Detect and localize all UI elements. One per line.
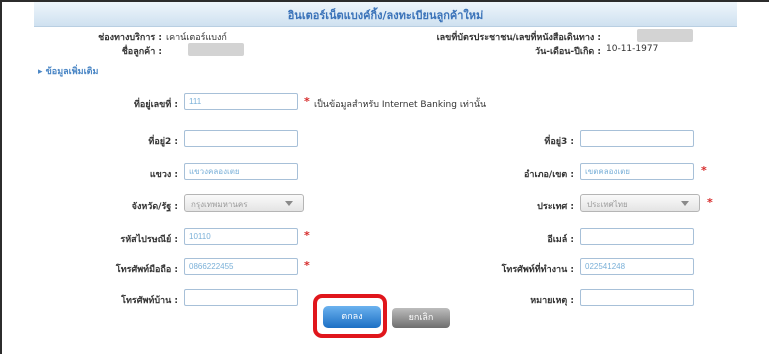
address3-label: ที่อยู่3 : (544, 137, 574, 147)
email-label: อีเมล์ : (547, 235, 574, 245)
address2-label: ที่อยู่2 : (148, 137, 178, 147)
remark-input[interactable] (580, 289, 694, 306)
work-phone-label: โทรศัพท์ที่ทำงาน : (501, 265, 574, 275)
district-label: อำเภอ/เขต : (524, 170, 574, 180)
mobile-input[interactable] (184, 258, 298, 275)
save-button-highlight (313, 294, 387, 338)
address-no-label: ที่อยู่เลขที่ : (133, 100, 178, 110)
additional-info-section[interactable]: ▸ ข้อมูลเพิ่มเติม (38, 64, 98, 78)
country-select[interactable]: ประเทศไทย (580, 194, 700, 212)
customer-name-label: ชื่อลูกค้า : (121, 47, 162, 57)
work-phone-input[interactable] (580, 258, 694, 275)
channel-value: เคาน์เตอร์แบงก์ (166, 33, 227, 43)
id-label: เลขที่บัตรประชาชน/เลขที่หนังสือเดินทาง : (436, 33, 601, 43)
address-no-input[interactable] (184, 93, 298, 110)
chevron-down-icon (681, 201, 689, 206)
dob-value: 10-11-1977 (606, 44, 659, 54)
subdistrict-label: แขวง : (149, 170, 178, 180)
email-input[interactable] (580, 228, 694, 245)
channel-label: ช่องทางบริการ : (98, 33, 162, 43)
left-border (0, 0, 2, 354)
dob-label: วัน-เดือน-ปีเกิด : (535, 47, 601, 57)
province-label: จังหวัด/รัฐ : (131, 202, 178, 212)
required-mark: * (701, 164, 707, 177)
postcode-input[interactable] (184, 228, 298, 245)
address2-input[interactable] (184, 130, 298, 147)
address3-input[interactable] (580, 130, 694, 147)
district-input[interactable] (580, 163, 694, 180)
required-mark: * (304, 95, 310, 108)
customer-name-redacted (188, 43, 244, 56)
required-mark: * (707, 196, 713, 209)
chevron-down-icon (285, 201, 293, 206)
subdistrict-input[interactable] (184, 163, 298, 180)
remark-label: หมายเหตุ : (530, 296, 574, 306)
province-select[interactable]: กรุงเทพมหานคร (184, 194, 304, 212)
id-redacted (637, 29, 693, 42)
country-label: ประเทศ : (537, 202, 574, 212)
postcode-label: รหัสไปรษณีย์ : (120, 235, 178, 245)
home-phone-label: โทรศัพท์บ้าน : (121, 296, 178, 306)
required-mark: * (304, 259, 310, 272)
required-mark: * (304, 229, 310, 242)
cancel-button[interactable]: ยกเลิก (392, 308, 450, 328)
page-title: อินเตอร์เน็ตแบงค์กิ้ง/ลงทะเบียนลูกค้าใหม… (287, 9, 484, 22)
mobile-label: โทรศัพท์มือถือ : (115, 265, 178, 275)
home-phone-input[interactable] (184, 289, 298, 306)
address-note: เป็นข้อมูลสำหรับ Internet Banking เท่านั… (314, 100, 487, 110)
